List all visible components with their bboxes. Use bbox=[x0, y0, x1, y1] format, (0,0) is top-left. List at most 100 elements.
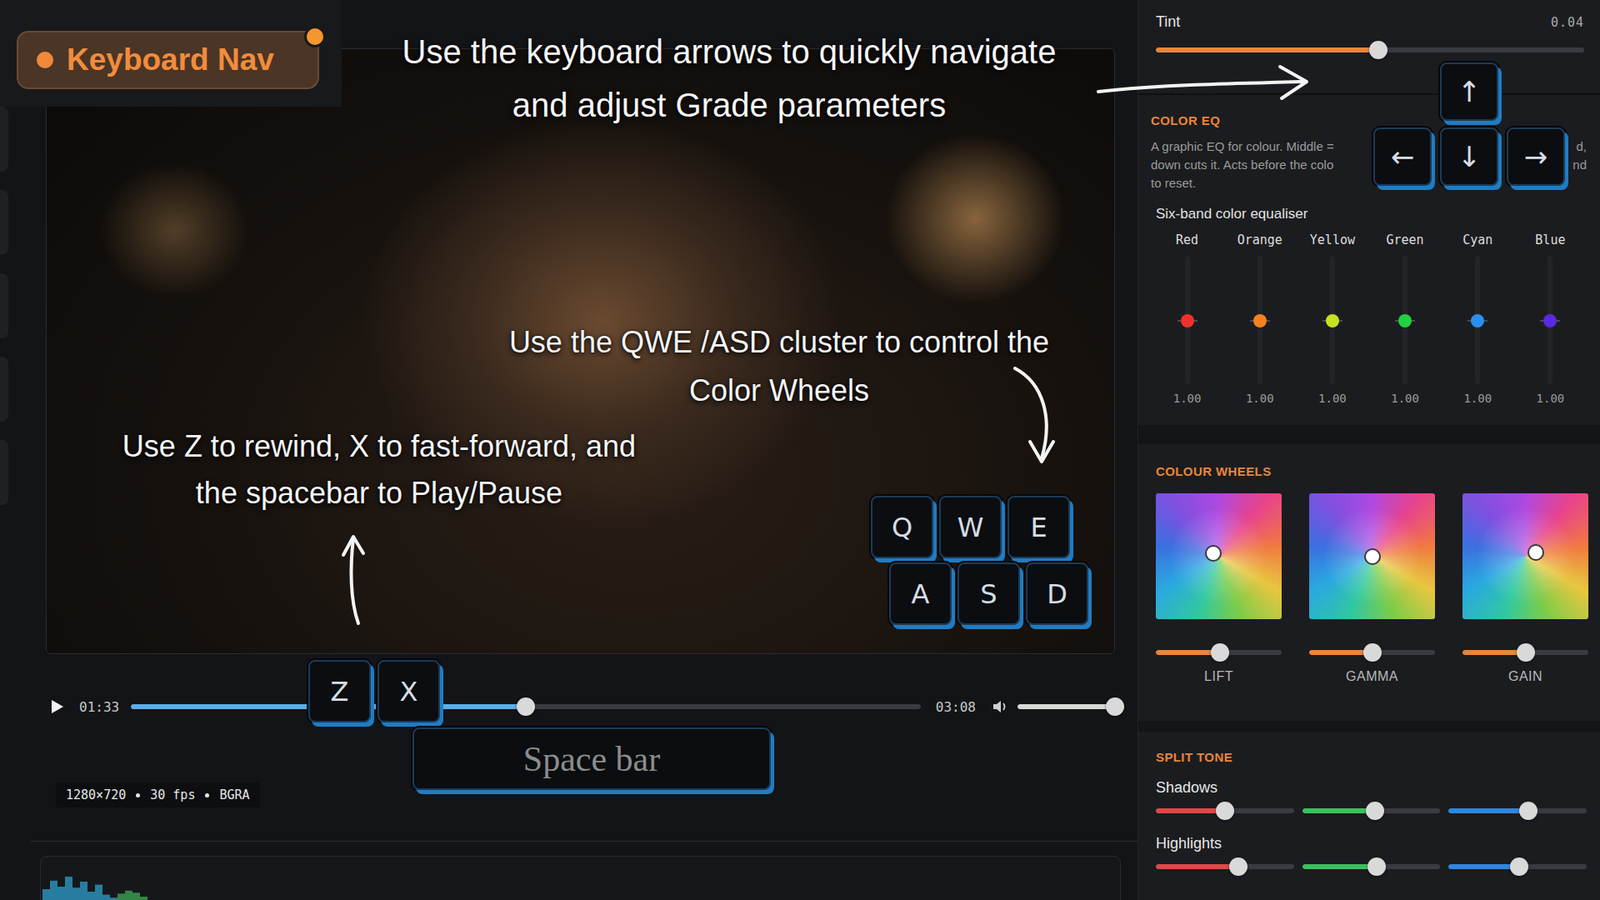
grading-app: 01:3303:081280×72030 fpsBGRATint0.04COLO… bbox=[0, 0, 1600, 900]
band-thumb[interactable] bbox=[1398, 314, 1412, 328]
band-thumb[interactable] bbox=[1180, 314, 1195, 328]
split-slider[interactable] bbox=[1448, 801, 1587, 820]
tint-fill bbox=[1155, 47, 1379, 53]
split-thumb[interactable] bbox=[1367, 857, 1386, 876]
wheel-key-row: QWE bbox=[870, 495, 1070, 559]
wheel-slider[interactable] bbox=[1155, 643, 1282, 662]
description-text: down cuts it. Acts before the colo bbox=[1150, 155, 1334, 175]
spacebar-keycap: Space bar bbox=[412, 727, 771, 790]
split-thumb[interactable] bbox=[1510, 857, 1529, 876]
note-line: and adjust Grade parameters bbox=[366, 78, 1092, 132]
grade-panel: Tint0.04COLOR EQA graphic EQ for colour.… bbox=[1137, 0, 1600, 900]
keycap: E bbox=[1007, 495, 1070, 559]
split-slider[interactable] bbox=[1302, 801, 1441, 820]
band-label: Red bbox=[1175, 232, 1199, 248]
speaker-icon[interactable] bbox=[992, 699, 1010, 715]
colour-wheel[interactable] bbox=[1309, 493, 1435, 620]
band-slider[interactable] bbox=[1395, 255, 1415, 385]
split-thumb[interactable] bbox=[1519, 801, 1538, 820]
eq-subtitle: Six-band color equaliser bbox=[1155, 205, 1587, 223]
rail-tab[interactable] bbox=[0, 190, 9, 255]
colour-wheel[interactable] bbox=[1462, 493, 1589, 620]
split-fill bbox=[1448, 864, 1519, 870]
rail-tab[interactable] bbox=[0, 440, 9, 505]
band-thumb[interactable] bbox=[1470, 314, 1485, 328]
rail-tab[interactable] bbox=[0, 356, 9, 422]
keycap: A bbox=[889, 562, 952, 625]
arrow-up-group: ↑ bbox=[1440, 62, 1499, 121]
scope-bar bbox=[50, 880, 58, 900]
volume-thumb[interactable] bbox=[1105, 697, 1125, 716]
band-label: Blue bbox=[1535, 232, 1565, 248]
wheel-column: GAIN bbox=[1462, 493, 1589, 685]
band-slider[interactable] bbox=[1467, 255, 1488, 385]
split-fill bbox=[1302, 808, 1376, 814]
notification-dot bbox=[304, 25, 326, 48]
split-slider[interactable] bbox=[1302, 857, 1441, 876]
band-value: 1.00 bbox=[1173, 391, 1202, 405]
band-thumb[interactable] bbox=[1325, 314, 1340, 328]
split-thumb[interactable] bbox=[1229, 857, 1248, 876]
wheel-slider[interactable] bbox=[1309, 643, 1435, 662]
eq-band: Cyan1.00 bbox=[1441, 232, 1515, 405]
wheel-thumb[interactable] bbox=[1210, 643, 1230, 662]
play-icon[interactable] bbox=[50, 699, 65, 715]
wheel-slider[interactable] bbox=[1462, 643, 1589, 662]
down-arrow-icon bbox=[1000, 358, 1067, 475]
split-fill bbox=[1155, 864, 1239, 870]
split-thumb[interactable] bbox=[1365, 801, 1385, 820]
rail-tab[interactable] bbox=[0, 273, 9, 339]
split-slider[interactable] bbox=[1448, 857, 1587, 876]
scope-bar bbox=[140, 896, 148, 900]
eq-band: Blue1.00 bbox=[1514, 232, 1587, 405]
band-thumb[interactable] bbox=[1253, 314, 1267, 328]
left-rail bbox=[0, 48, 46, 655]
format-item: BGRA bbox=[219, 787, 250, 803]
wheel-thumb[interactable] bbox=[1516, 643, 1535, 662]
eq-band: Yellow1.00 bbox=[1295, 232, 1369, 405]
wheel-puck[interactable] bbox=[1205, 545, 1222, 562]
band-thumb[interactable] bbox=[1543, 314, 1557, 328]
keycap: ↓ bbox=[1440, 127, 1499, 186]
colour-wheel[interactable] bbox=[1155, 493, 1282, 620]
band-slider[interactable] bbox=[1540, 255, 1560, 385]
split-slider[interactable] bbox=[1155, 801, 1295, 820]
split-thumb[interactable] bbox=[1215, 801, 1235, 820]
right-arrow-icon bbox=[1091, 58, 1325, 109]
wheel-column: GAMMA bbox=[1309, 493, 1435, 685]
split-slider[interactable] bbox=[1155, 857, 1295, 876]
tutorial-overlay: Keyboard Nav Use the keyboard arrows to q… bbox=[0, 0, 1600, 900]
seek-slider[interactable] bbox=[130, 697, 921, 716]
wheel-label: LIFT bbox=[1155, 669, 1282, 685]
split-row: Highlights bbox=[1155, 835, 1587, 876]
scope-bar bbox=[57, 886, 65, 900]
note-line: Use Z to rewind, X to fast-forward, and bbox=[75, 423, 684, 470]
arrows-note: Use the keyboard arrows to quickly navig… bbox=[366, 25, 1092, 132]
format-item: 1280×720 bbox=[65, 787, 126, 803]
wheel-puck[interactable] bbox=[1364, 548, 1381, 565]
note-line: Color Wheels bbox=[475, 366, 1084, 415]
tint-slider[interactable] bbox=[1155, 40, 1585, 60]
scope-bar bbox=[80, 881, 88, 900]
scope-chart bbox=[42, 865, 210, 900]
band-slider[interactable] bbox=[1177, 255, 1198, 385]
seek-thumb[interactable] bbox=[516, 697, 535, 716]
description-text: A graphic EQ for colour. Middle = bbox=[1150, 137, 1335, 156]
note-line: the spacebar to Play/Pause bbox=[75, 470, 684, 517]
description-text: to reset. bbox=[1150, 174, 1196, 193]
rail-tab[interactable] bbox=[0, 106, 9, 172]
split-label: Highlights bbox=[1155, 835, 1587, 853]
keycap: W bbox=[939, 495, 1002, 559]
tint-thumb[interactable] bbox=[1369, 40, 1388, 60]
wheel-thumb[interactable] bbox=[1363, 643, 1382, 662]
band-slider[interactable] bbox=[1250, 255, 1270, 385]
volume-slider[interactable] bbox=[1017, 697, 1115, 716]
separator-dot bbox=[135, 793, 140, 798]
note-line: Use the keyboard arrows to quickly navig… bbox=[366, 25, 1092, 79]
keycap: Z bbox=[308, 660, 371, 723]
badge-label: Keyboard Nav bbox=[66, 42, 275, 78]
section-title: COLOR EQ bbox=[1150, 113, 1587, 128]
wheel-puck[interactable] bbox=[1527, 544, 1545, 561]
band-slider[interactable] bbox=[1322, 255, 1343, 385]
split-fill bbox=[1155, 808, 1225, 814]
